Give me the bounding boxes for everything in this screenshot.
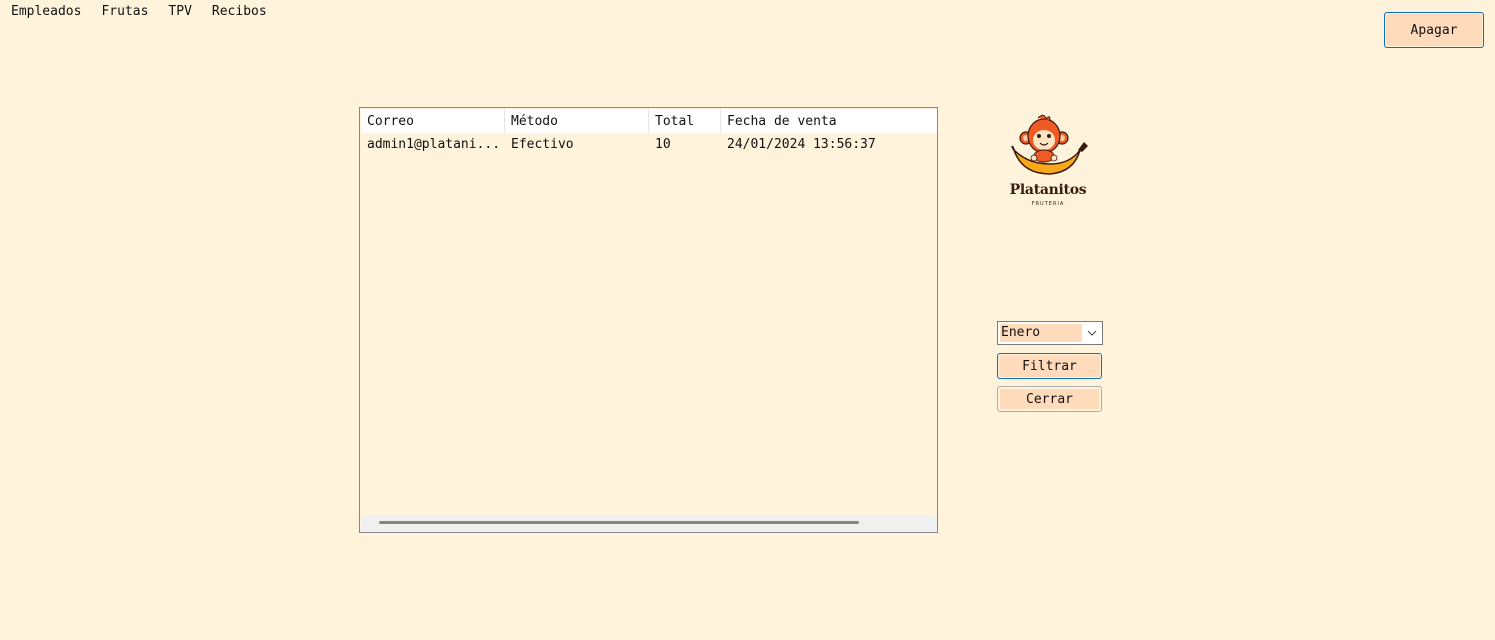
- table-row[interactable]: admin1@platani... Efectivo 10 24/01/2024…: [361, 134, 937, 156]
- table-header: Correo Método Total Fecha de venta: [361, 109, 937, 133]
- column-header-metodo[interactable]: Método: [505, 109, 649, 133]
- menu-recibos[interactable]: Recibos: [202, 0, 277, 22]
- menu-tpv[interactable]: TPV: [158, 0, 201, 22]
- column-header-correo[interactable]: Correo: [361, 109, 505, 133]
- logo-subtitle: FRUTERIA: [1031, 201, 1065, 207]
- logo-name: Platanitos: [1009, 182, 1087, 198]
- filtrar-button[interactable]: Filtrar: [997, 353, 1102, 379]
- column-header-total[interactable]: Total: [649, 109, 721, 133]
- cell-metodo: Efectivo: [511, 137, 574, 152]
- column-header-fecha[interactable]: Fecha de venta: [721, 109, 937, 133]
- cell-total: 10: [655, 137, 671, 152]
- sales-table[interactable]: Correo Método Total Fecha de venta admin…: [359, 107, 938, 533]
- apagar-button[interactable]: Apagar: [1384, 12, 1484, 48]
- cerrar-button[interactable]: Cerrar: [997, 386, 1102, 412]
- month-select[interactable]: Enero: [997, 321, 1103, 345]
- monkey-banana-icon: [1011, 114, 1088, 175]
- menu-frutas[interactable]: Frutas: [91, 0, 158, 22]
- chevron-down-icon: [1087, 330, 1097, 336]
- menu-empleados[interactable]: Empleados: [0, 0, 91, 22]
- scrollbar-thumb[interactable]: [379, 521, 859, 524]
- platanitos-logo: Platanitos FRUTERIA: [1000, 112, 1096, 212]
- horizontal-scrollbar[interactable]: [361, 515, 937, 531]
- month-select-value: Enero: [1000, 324, 1082, 342]
- cell-correo: admin1@platani...: [367, 137, 501, 152]
- menu-bar: Empleados Frutas TPV Recibos: [0, 0, 277, 22]
- cell-fecha: 24/01/2024 13:56:37: [727, 137, 876, 152]
